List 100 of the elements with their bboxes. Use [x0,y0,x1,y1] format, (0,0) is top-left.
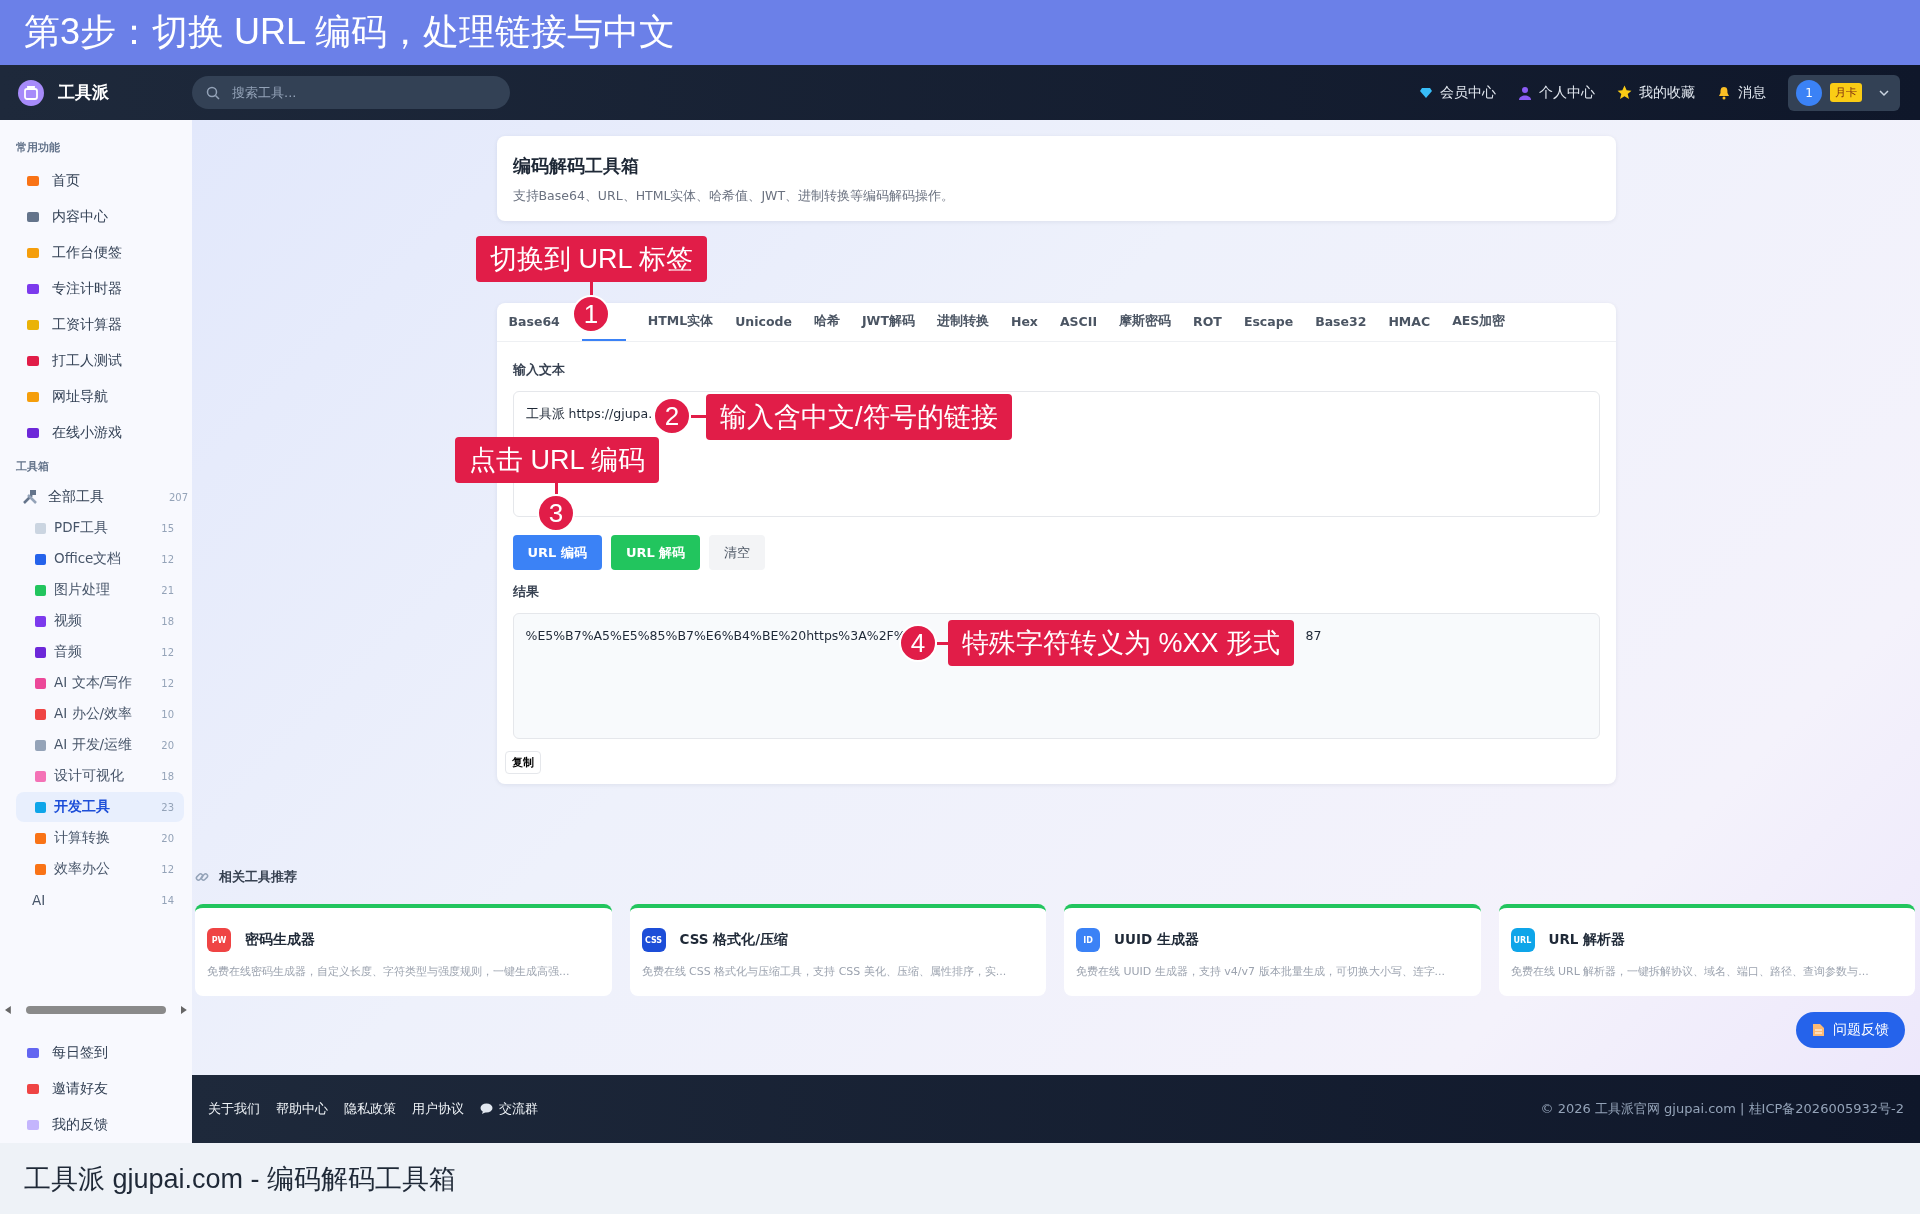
search-icon [206,85,220,100]
tool-card[interactable]: CSS CSS 格式化/压缩 免费在线 CSS 格式化与压缩工具，支持 CSS 美化、压缩、属性排序，实... [629,904,1046,996]
sidebar-item[interactable]: 工作台便签 [0,235,192,271]
tile-icon [34,645,47,659]
sidebar-item[interactable]: 计算转换 20 [16,823,184,853]
sidebar-item[interactable]: 音频 12 [16,637,184,667]
search-field[interactable]: 搜索工具... [192,76,510,109]
sidebar-item[interactable]: 打工人测试 [0,343,192,379]
tile-icon [34,707,47,721]
tile-icon [26,1118,40,1132]
callout-label: 特殊字符转义为 %XX 形式 [948,620,1295,666]
page-title: 编码解码工具箱 [512,154,640,178]
tool-card[interactable]: ID UUID 生成器 免费在线 UUID 生成器，支持 v4/v7 版本批量生成，可切换大小写、连字... [1064,904,1481,996]
field-label: 结果 [512,584,540,601]
sidebar-item[interactable]: 每日签到 [0,1035,192,1071]
tool-title: URL 解析器 [1548,931,1626,949]
tile-icon [26,1082,40,1096]
footer-link[interactable]: 帮助中心 [276,1100,328,1118]
nav-link[interactable]: 我的收藏 [1617,83,1695,102]
tool-title: UUID 生成器 [1114,931,1199,949]
page-subtitle: 支持Base64、URL、HTML实体、哈希值、JWT、进制转换等编码解码操作。 [512,188,956,205]
sidebar-item[interactable]: 首页 [0,163,192,199]
link-icon [195,870,209,884]
tile-icon [34,521,47,535]
nav-link[interactable]: 个人中心 [1518,83,1595,102]
sidebar-item[interactable]: AI 开发/运维 20 [16,730,184,760]
sidebar-item[interactable]: AI 办公/效率 10 [16,699,184,729]
callout-label: 点击 URL 编码 [455,437,659,483]
field-label: 输入文本 [512,362,566,379]
tool-logo: CSS [641,928,666,952]
nav-link[interactable]: 消息 [1717,83,1766,102]
tab[interactable]: 哈希 [813,303,840,341]
sidebar-item[interactable]: 我的反馈 [0,1107,192,1143]
logo-text[interactable]: 工具派 [58,81,109,104]
sidebar-item[interactable]: 专注计时器 [0,271,192,307]
tile-icon [34,800,47,814]
sidebar-item[interactable]: 邀请好友 [0,1071,192,1107]
tile-icon [34,583,47,597]
tool-card[interactable]: PW 密码生成器 免费在线密码生成器，自定义长度、字符类型与强度规则，一键生成高强... [195,904,612,996]
tool-description: 免费在线 URL 解析器，一键拆解协议、域名、端口、路径、查询参数与... [1510,964,1870,979]
tab[interactable]: HMAC [1388,303,1431,341]
tab[interactable]: Base32 [1315,303,1367,341]
tab[interactable]: Unicode [735,303,792,341]
tab[interactable]: ASCII [1059,303,1098,341]
scroll-right-icon[interactable] [180,1005,188,1015]
sidebar-item[interactable]: 效率办公 12 [16,854,184,884]
tile-icon [26,390,40,404]
tile-icon [26,318,40,332]
tab[interactable]: JWT解码 [861,303,915,341]
tile-icon [34,738,47,752]
sidebar-item[interactable]: AI 文本/写作 12 [16,668,184,698]
star-icon [1617,85,1632,100]
tool-description: 免费在线密码生成器，自定义长度、字符类型与强度规则，一键生成高强... [207,964,571,979]
tab[interactable]: ROT [1193,303,1222,341]
sidebar-item[interactable]: Office文档 12 [16,544,184,574]
tool-title: CSS 格式化/压缩 [679,931,789,949]
feedback-button[interactable]: 问题反馈 [1796,1012,1905,1048]
footer-link[interactable]: 交流群 [480,1100,538,1118]
footer-link[interactable]: 关于我们 [208,1100,260,1118]
user-menu[interactable]: 1 月卡 [1788,74,1900,111]
footer-link[interactable]: 隐私政策 [344,1100,396,1118]
logo-icon[interactable] [18,79,44,106]
banner-title: 第3步：切换 URL 编码，处理链接与中文 [24,10,675,54]
tab[interactable]: 进制转换 [936,303,989,341]
sidebar-item[interactable]: 开发工具 23 [16,792,184,822]
sidebar-item[interactable]: 内容中心 [0,199,192,235]
tile-icon [26,354,40,368]
tile-icon [34,614,47,628]
sidebar-item[interactable]: 全部工具 207 [0,482,192,512]
sidebar-item[interactable]: 在线小游戏 [0,415,192,451]
copy-button[interactable]: 复制 [504,751,541,774]
sidebar-item[interactable]: PDF工具 15 [16,513,184,543]
sidebar-item[interactable]: 视频 18 [16,606,184,636]
nav-link[interactable]: 会员中心 [1419,83,1496,102]
tool-logo: PW [207,928,231,952]
tab[interactable]: Escape [1243,303,1294,341]
tile-icon [26,426,40,440]
sidebar-item[interactable]: 图片处理 21 [16,575,184,605]
tile-icon [34,862,47,876]
tab[interactable]: AES加密 [1452,303,1506,341]
tab[interactable]: Base64 [508,303,560,341]
sidebar-item[interactable]: 工资计算器 [0,307,192,343]
sidebar-item[interactable]: AI 14 [16,885,184,915]
tile-icon [26,246,40,260]
search-input[interactable]: 搜索工具... [230,84,474,101]
footer-link[interactable]: 用户协议 [412,1100,464,1118]
sidebar-item[interactable]: 网址导航 [0,379,192,415]
plan-badge: 月卡 [1830,83,1862,102]
action-button[interactable]: URL 编码 [512,535,602,570]
tab[interactable]: 摩斯密码 [1119,303,1172,341]
tool-card[interactable]: URL URL 解析器 免费在线 URL 解析器，一键拆解协议、域名、端口、路径、查询参数与... [1498,904,1915,996]
tab[interactable]: Hex [1010,303,1038,341]
tab[interactable]: HTML实体 [647,303,714,341]
sidebar-item[interactable]: 设计可视化 18 [16,761,184,791]
tool-description: 免费在线 CSS 格式化与压缩工具，支持 CSS 美化、压缩、属性排序，实... [641,964,1008,979]
action-button[interactable]: 清空 [709,535,766,570]
caption-text: 工具派 gjupai.com - 编码解码工具箱 [24,1162,457,1196]
tile-icon [34,552,47,566]
scroll-left-icon[interactable] [4,1005,12,1015]
bell-icon [1717,85,1731,100]
